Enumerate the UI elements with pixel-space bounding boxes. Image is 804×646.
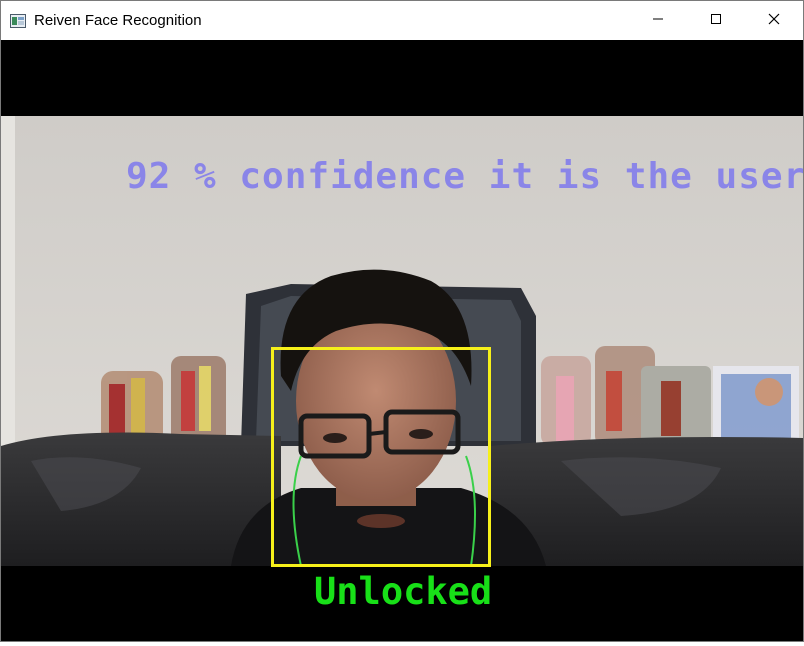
- title-bar[interactable]: Reiven Face Recognition: [1, 1, 803, 40]
- app-window-icon: [10, 13, 26, 28]
- confidence-label: 92 % confidence it is the user: [126, 156, 803, 197]
- minimize-icon: [652, 12, 664, 30]
- app-window: Reiven Face Recognition 92 % confidence …: [0, 0, 804, 642]
- close-button[interactable]: [745, 1, 803, 40]
- face-detection-box: [271, 347, 491, 567]
- video-viewport: 92 % confidence it is the user Unlocked: [1, 40, 803, 641]
- maximize-icon: [710, 12, 722, 30]
- unlock-status-label: Unlocked: [314, 570, 493, 613]
- minimize-button[interactable]: [629, 1, 687, 40]
- window-title: Reiven Face Recognition: [34, 12, 202, 29]
- close-icon: [768, 12, 780, 30]
- caption-buttons: [629, 1, 803, 40]
- maximize-button[interactable]: [687, 1, 745, 40]
